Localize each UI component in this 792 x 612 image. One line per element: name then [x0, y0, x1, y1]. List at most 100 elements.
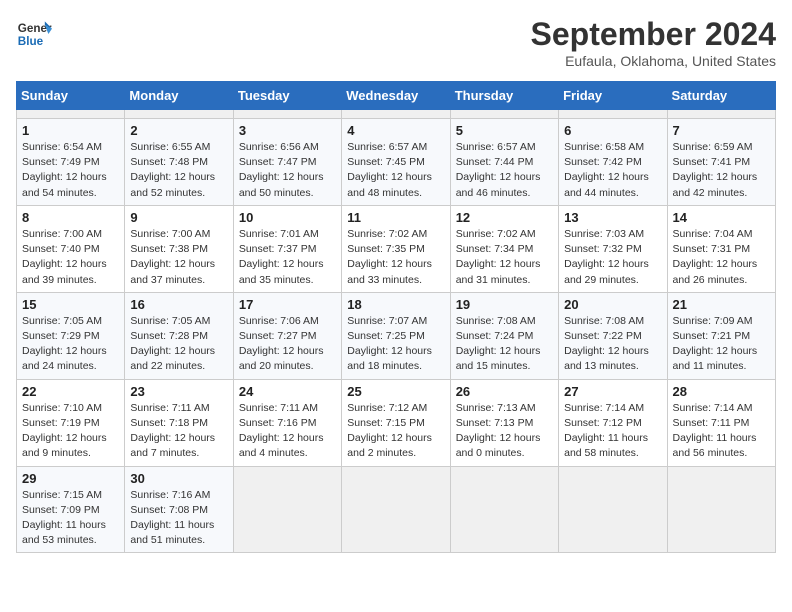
- calendar-body: 1 Sunrise: 6:54 AMSunset: 7:49 PMDaylight…: [17, 110, 776, 553]
- day-number: 10: [239, 210, 336, 225]
- calendar-cell: 15Sunrise: 7:05 AMSunset: 7:29 PMDayligh…: [17, 292, 125, 379]
- day-number: 19: [456, 297, 553, 312]
- day-detail: Sunrise: 7:15 AMSunset: 7:09 PMDaylight:…: [22, 488, 119, 549]
- calendar-cell: [450, 110, 558, 119]
- day-number: 27: [564, 384, 661, 399]
- calendar-cell: [233, 466, 341, 553]
- calendar-cell: 17 Sunrise: 7:06 AMSunset: 7:27 PMDayligh…: [233, 292, 341, 379]
- calendar-cell: 11Sunrise: 7:02 AMSunset: 7:35 PMDayligh…: [342, 205, 450, 292]
- week-row-1: 1 Sunrise: 6:54 AMSunset: 7:49 PMDaylight…: [17, 119, 776, 206]
- week-row-4: 22 Sunrise: 7:10 AMSunset: 7:19 PMDayligh…: [17, 379, 776, 466]
- day-number: 16: [130, 297, 227, 312]
- day-number: 7: [673, 123, 770, 138]
- day-number: 1: [22, 123, 119, 138]
- calendar-cell: 22 Sunrise: 7:10 AMSunset: 7:19 PMDayligh…: [17, 379, 125, 466]
- calendar-cell: 20Sunrise: 7:08 AMSunset: 7:22 PMDayligh…: [559, 292, 667, 379]
- calendar-cell: [233, 110, 341, 119]
- calendar-cell: [342, 110, 450, 119]
- calendar-cell: 16 Sunrise: 7:05 AMSunset: 7:28 PMDayligh…: [125, 292, 233, 379]
- column-header-monday: Monday: [125, 82, 233, 110]
- day-number: 28: [673, 384, 770, 399]
- day-number: 24: [239, 384, 336, 399]
- day-detail: Sunrise: 7:06 AMSunset: 7:27 PMDaylight:…: [239, 314, 336, 375]
- day-detail: Sunrise: 7:03 AMSunset: 7:32 PMDaylight:…: [564, 227, 661, 288]
- calendar-cell: 30 Sunrise: 7:16 AMSunset: 7:08 PMDayligh…: [125, 466, 233, 553]
- day-number: 12: [456, 210, 553, 225]
- column-header-tuesday: Tuesday: [233, 82, 341, 110]
- calendar-cell: 4 Sunrise: 6:57 AMSunset: 7:45 PMDaylight…: [342, 119, 450, 206]
- day-number: 5: [456, 123, 553, 138]
- day-number: 23: [130, 384, 227, 399]
- day-number: 2: [130, 123, 227, 138]
- day-detail: Sunrise: 7:12 AMSunset: 7:15 PMDaylight:…: [347, 401, 444, 462]
- calendar-cell: 29Sunrise: 7:15 AMSunset: 7:09 PMDayligh…: [17, 466, 125, 553]
- week-row-3: 15Sunrise: 7:05 AMSunset: 7:29 PMDayligh…: [17, 292, 776, 379]
- calendar-cell: 28 Sunrise: 7:14 AMSunset: 7:11 PMDayligh…: [667, 379, 775, 466]
- week-row-0: [17, 110, 776, 119]
- day-detail: Sunrise: 7:14 AMSunset: 7:12 PMDaylight:…: [564, 401, 661, 462]
- day-number: 8: [22, 210, 119, 225]
- calendar-cell: 19Sunrise: 7:08 AMSunset: 7:24 PMDayligh…: [450, 292, 558, 379]
- calendar-cell: [667, 466, 775, 553]
- day-number: 30: [130, 471, 227, 486]
- day-number: 15: [22, 297, 119, 312]
- day-number: 26: [456, 384, 553, 399]
- calendar-cell: 1 Sunrise: 6:54 AMSunset: 7:49 PMDaylight…: [17, 119, 125, 206]
- page-title: September 2024: [531, 16, 776, 53]
- calendar-cell: 8 Sunrise: 7:00 AMSunset: 7:40 PMDaylight…: [17, 205, 125, 292]
- day-detail: Sunrise: 7:02 AMSunset: 7:35 PMDaylight:…: [347, 227, 444, 288]
- calendar-cell: 10 Sunrise: 7:01 AMSunset: 7:37 PMDayligh…: [233, 205, 341, 292]
- day-detail: Sunrise: 7:11 AMSunset: 7:18 PMDaylight:…: [130, 401, 227, 462]
- day-detail: Sunrise: 6:56 AMSunset: 7:47 PMDaylight:…: [239, 140, 336, 201]
- day-detail: Sunrise: 7:16 AMSunset: 7:08 PMDaylight:…: [130, 488, 227, 549]
- day-detail: Sunrise: 7:05 AMSunset: 7:28 PMDaylight:…: [130, 314, 227, 375]
- day-detail: Sunrise: 7:00 AMSunset: 7:38 PMDaylight:…: [130, 227, 227, 288]
- calendar-cell: [450, 466, 558, 553]
- title-area: September 2024 Eufaula, Oklahoma, United…: [531, 16, 776, 69]
- calendar-cell: 18Sunrise: 7:07 AMSunset: 7:25 PMDayligh…: [342, 292, 450, 379]
- day-detail: Sunrise: 7:04 AMSunset: 7:31 PMDaylight:…: [673, 227, 770, 288]
- day-number: 3: [239, 123, 336, 138]
- day-detail: Sunrise: 7:14 AMSunset: 7:11 PMDaylight:…: [673, 401, 770, 462]
- day-number: 22: [22, 384, 119, 399]
- day-detail: Sunrise: 7:09 AMSunset: 7:21 PMDaylight:…: [673, 314, 770, 375]
- logo: General Blue: [16, 16, 52, 52]
- day-number: 20: [564, 297, 661, 312]
- day-number: 14: [673, 210, 770, 225]
- calendar-header-row: SundayMondayTuesdayWednesdayThursdayFrid…: [17, 82, 776, 110]
- calendar-cell: [342, 466, 450, 553]
- column-header-wednesday: Wednesday: [342, 82, 450, 110]
- day-number: 9: [130, 210, 227, 225]
- day-detail: Sunrise: 6:54 AMSunset: 7:49 PMDaylight:…: [22, 140, 119, 201]
- day-detail: Sunrise: 7:00 AMSunset: 7:40 PMDaylight:…: [22, 227, 119, 288]
- calendar-cell: 21 Sunrise: 7:09 AMSunset: 7:21 PMDayligh…: [667, 292, 775, 379]
- calendar-cell: 3 Sunrise: 6:56 AMSunset: 7:47 PMDaylight…: [233, 119, 341, 206]
- calendar-cell: 27 Sunrise: 7:14 AMSunset: 7:12 PMDayligh…: [559, 379, 667, 466]
- day-detail: Sunrise: 6:57 AMSunset: 7:45 PMDaylight:…: [347, 140, 444, 201]
- day-number: 4: [347, 123, 444, 138]
- calendar-cell: 9 Sunrise: 7:00 AMSunset: 7:38 PMDaylight…: [125, 205, 233, 292]
- calendar-cell: [125, 110, 233, 119]
- column-header-thursday: Thursday: [450, 82, 558, 110]
- day-number: 21: [673, 297, 770, 312]
- day-number: 17: [239, 297, 336, 312]
- calendar-cell: 25 Sunrise: 7:12 AMSunset: 7:15 PMDayligh…: [342, 379, 450, 466]
- column-header-saturday: Saturday: [667, 82, 775, 110]
- calendar-cell: 12 Sunrise: 7:02 AMSunset: 7:34 PMDayligh…: [450, 205, 558, 292]
- svg-text:Blue: Blue: [18, 35, 44, 48]
- calendar-cell: 6Sunrise: 6:58 AMSunset: 7:42 PMDaylight…: [559, 119, 667, 206]
- calendar-cell: [559, 110, 667, 119]
- page-subtitle: Eufaula, Oklahoma, United States: [531, 53, 776, 69]
- day-detail: Sunrise: 7:13 AMSunset: 7:13 PMDaylight:…: [456, 401, 553, 462]
- calendar-cell: 23 Sunrise: 7:11 AMSunset: 7:18 PMDayligh…: [125, 379, 233, 466]
- calendar-cell: 26 Sunrise: 7:13 AMSunset: 7:13 PMDayligh…: [450, 379, 558, 466]
- calendar-cell: 24Sunrise: 7:11 AMSunset: 7:16 PMDayligh…: [233, 379, 341, 466]
- day-number: 25: [347, 384, 444, 399]
- calendar-cell: 2 Sunrise: 6:55 AMSunset: 7:48 PMDaylight…: [125, 119, 233, 206]
- day-detail: Sunrise: 6:59 AMSunset: 7:41 PMDaylight:…: [673, 140, 770, 201]
- day-detail: Sunrise: 7:01 AMSunset: 7:37 PMDaylight:…: [239, 227, 336, 288]
- day-detail: Sunrise: 7:02 AMSunset: 7:34 PMDaylight:…: [456, 227, 553, 288]
- day-detail: Sunrise: 6:55 AMSunset: 7:48 PMDaylight:…: [130, 140, 227, 201]
- calendar-cell: [667, 110, 775, 119]
- day-detail: Sunrise: 7:10 AMSunset: 7:19 PMDaylight:…: [22, 401, 119, 462]
